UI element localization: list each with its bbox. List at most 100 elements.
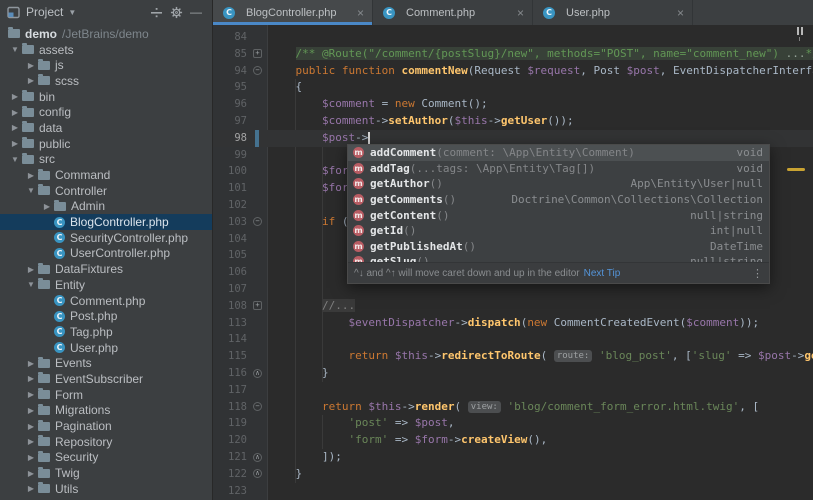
fold-expand-icon[interactable]: + (253, 301, 262, 310)
tree-row-src[interactable]: ▼src (0, 152, 212, 168)
tree-row-public[interactable]: ▶public (0, 136, 212, 152)
toolwindow-title[interactable]: Project (26, 5, 63, 19)
line-number[interactable]: 85 (213, 46, 247, 63)
tree-row-migrations[interactable]: ▶Migrations (0, 403, 212, 419)
chevron-expanded-icon[interactable]: ▼ (8, 45, 22, 54)
code-line-115[interactable]: 115 return $this->redirectToRoute( route… (213, 348, 813, 365)
line-number[interactable]: 99 (213, 147, 247, 164)
fold-collapse-icon[interactable]: − (253, 402, 262, 411)
tree-row-data[interactable]: ▶data (0, 120, 212, 136)
chevron-collapsed-icon[interactable]: ▶ (24, 265, 38, 274)
chevron-collapsed-icon[interactable]: ▶ (24, 390, 38, 399)
chevron-collapsed-icon[interactable]: ▶ (40, 202, 54, 211)
line-number[interactable]: 119 (213, 415, 247, 432)
chevron-collapsed-icon[interactable]: ▶ (24, 171, 38, 180)
line-number[interactable]: 98 (213, 130, 247, 147)
completion-item-getPublishedAt[interactable]: mgetPublishedAt()DateTime (348, 239, 769, 255)
line-number[interactable]: 122 (213, 466, 247, 483)
tree-row-blogcontroller-php[interactable]: CBlogController.php (0, 214, 212, 230)
line-number[interactable]: 118 (213, 399, 247, 416)
line-number[interactable]: 120 (213, 432, 247, 449)
code-line-97[interactable]: 97 $comment->setAuthor($this->getUser())… (213, 113, 813, 130)
code-editor[interactable]: 8485+ /** @Route("/comment/{postSlug}/ne… (213, 25, 813, 500)
code-line-95[interactable]: 95 { (213, 79, 813, 96)
line-number[interactable]: 102 (213, 197, 247, 214)
line-number[interactable]: 97 (213, 113, 247, 130)
code-line-116[interactable]: 116∧ } (213, 365, 813, 382)
project-tree[interactable]: demo/JetBrains/demo▼assets▶js▶scss▶bin▶c… (0, 26, 212, 500)
line-number[interactable]: 116 (213, 365, 247, 382)
chevron-expanded-icon[interactable]: ▼ (24, 186, 38, 195)
code-line-122[interactable]: 122∧ } (213, 466, 813, 483)
chevron-collapsed-icon[interactable]: ▶ (24, 76, 38, 85)
tree-row-js[interactable]: ▶js (0, 57, 212, 73)
chevron-collapsed-icon[interactable]: ▶ (24, 484, 38, 493)
code-line-120[interactable]: 120 'form' => $form->createView(), (213, 432, 813, 449)
line-number[interactable]: 107 (213, 281, 247, 298)
code-line-85[interactable]: 85+ /** @Route("/comment/{postSlug}/new"… (213, 46, 813, 63)
chevron-collapsed-icon[interactable]: ▶ (8, 139, 22, 148)
tab-user-php[interactable]: CUser.php× (533, 0, 693, 25)
tree-row-security[interactable]: ▶Security (0, 450, 212, 466)
chevron-expanded-icon[interactable]: ▼ (24, 280, 38, 289)
fold-collapse-icon[interactable]: ∧ (253, 453, 262, 462)
completion-item-getComments[interactable]: mgetComments()Doctrine\Common\Collection… (348, 192, 769, 208)
code-line-117[interactable]: 117 (213, 382, 813, 399)
code-line-113[interactable]: 113 $eventDispatcher->dispatch(new Comme… (213, 315, 813, 332)
code-line-118[interactable]: 118− return $this->render( view: 'blog/c… (213, 399, 813, 416)
chevron-collapsed-icon[interactable]: ▶ (24, 61, 38, 70)
tree-row-utils[interactable]: ▶Utils (0, 481, 212, 497)
tree-row-assets[interactable]: ▼assets (0, 42, 212, 58)
tree-row-demo[interactable]: demo/JetBrains/demo (0, 26, 212, 42)
chevron-collapsed-icon[interactable]: ▶ (24, 406, 38, 415)
code-line-96[interactable]: 96 $comment = new Comment(); (213, 96, 813, 113)
completion-item-getId[interactable]: mgetId()int|null (348, 223, 769, 239)
tree-row-comment-php[interactable]: CComment.php (0, 293, 212, 309)
line-number[interactable]: 101 (213, 180, 247, 197)
completion-list[interactable]: maddComment(comment: \App\Entity\Comment… (348, 145, 769, 262)
tree-row-repository[interactable]: ▶Repository (0, 434, 212, 450)
completion-item-getSlug[interactable]: mgetSlug()null|string (348, 254, 769, 262)
tree-row-datafixtures[interactable]: ▶DataFixtures (0, 261, 212, 277)
chevron-collapsed-icon[interactable]: ▶ (8, 123, 22, 132)
chevron-down-icon[interactable]: ▼ (68, 8, 76, 17)
line-number[interactable]: 100 (213, 163, 247, 180)
line-number[interactable]: 108 (213, 298, 247, 315)
line-number[interactable]: 117 (213, 382, 247, 399)
tree-row-securitycontroller-php[interactable]: CSecurityController.php (0, 230, 212, 246)
tree-row-admin[interactable]: ▶Admin (0, 199, 212, 215)
tree-row-pagination[interactable]: ▶Pagination (0, 418, 212, 434)
completion-item-addTag[interactable]: maddTag(...tags: \App\Entity\Tag[])void (348, 161, 769, 177)
tab-comment-php[interactable]: CComment.php× (373, 0, 533, 25)
tree-row-eventsubscriber[interactable]: ▶EventSubscriber (0, 371, 212, 387)
line-number[interactable]: 96 (213, 96, 247, 113)
tree-row-command[interactable]: ▶Command (0, 167, 212, 183)
fold-collapse-icon[interactable]: ∧ (253, 469, 262, 478)
tree-row-user-php[interactable]: CUser.php (0, 340, 212, 356)
gear-icon[interactable] (166, 3, 186, 21)
line-number[interactable]: 105 (213, 247, 247, 264)
close-icon[interactable]: × (517, 7, 524, 19)
line-number[interactable]: 94 (213, 63, 247, 80)
line-number[interactable]: 104 (213, 231, 247, 248)
chevron-collapsed-icon[interactable]: ▶ (8, 108, 22, 117)
tree-row-form[interactable]: ▶Form (0, 387, 212, 403)
chevron-collapsed-icon[interactable]: ▶ (24, 469, 38, 478)
line-number[interactable]: 95 (213, 79, 247, 96)
code-line-123[interactable]: 123 (213, 483, 813, 500)
line-number[interactable]: 84 (213, 29, 247, 46)
chevron-collapsed-icon[interactable]: ▶ (24, 453, 38, 462)
code-line-119[interactable]: 119 'post' => $post, (213, 415, 813, 432)
completion-item-addComment[interactable]: maddComment(comment: \App\Entity\Comment… (348, 145, 769, 161)
chevron-collapsed-icon[interactable]: ▶ (24, 374, 38, 383)
close-icon[interactable]: × (677, 7, 684, 19)
line-number[interactable]: 113 (213, 315, 247, 332)
next-tip-link[interactable]: Next Tip (584, 268, 621, 279)
line-number[interactable]: 123 (213, 483, 247, 500)
tree-row-config[interactable]: ▶config (0, 104, 212, 120)
fold-collapse-icon[interactable]: − (253, 66, 262, 75)
tab-blogcontroller-php[interactable]: CBlogController.php× (213, 0, 373, 25)
tree-row-scss[interactable]: ▶scss (0, 73, 212, 89)
tree-row-controller[interactable]: ▼Controller (0, 183, 212, 199)
tree-row-tag-php[interactable]: CTag.php (0, 324, 212, 340)
